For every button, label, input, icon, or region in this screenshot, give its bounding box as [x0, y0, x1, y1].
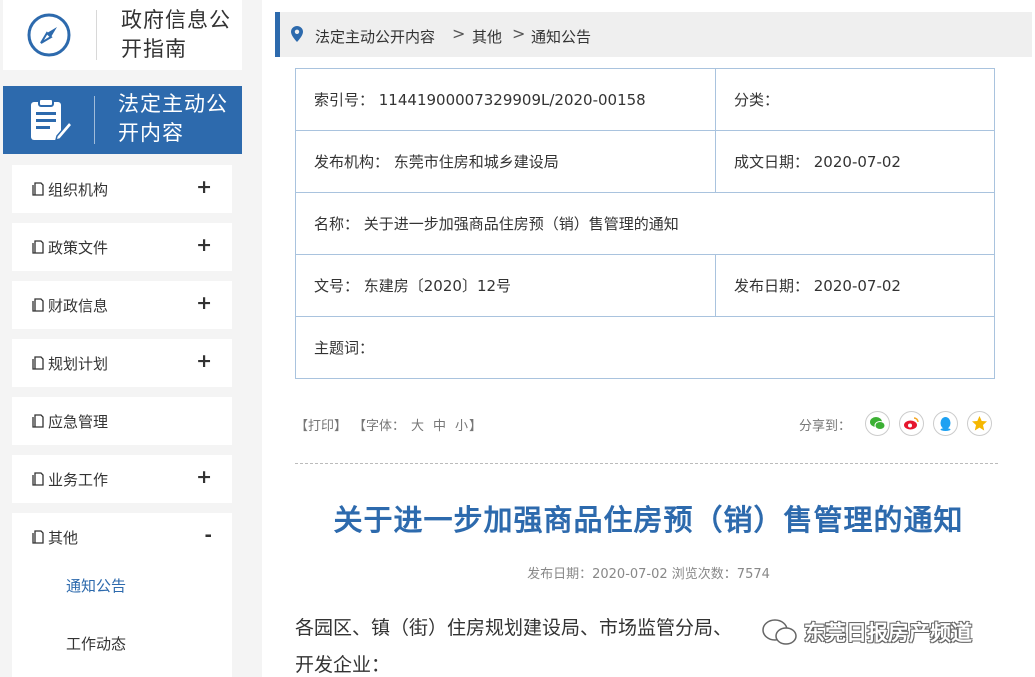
expand-icon[interactable]: + — [196, 350, 212, 372]
divider — [295, 463, 998, 464]
expand-icon[interactable]: + — [196, 176, 212, 198]
keywords: 主题词： — [295, 316, 995, 379]
guide-link[interactable]: 政府信息公开指南 — [3, 0, 242, 70]
article-title: 关于进一步加强商品住房预（销）售管理的通知 — [333, 503, 964, 537]
publisher: 发布机构： 东莞市住房和城乡建设局 — [295, 130, 716, 193]
sidebar-item-label: 业务工作 — [48, 471, 109, 489]
document-icon — [32, 530, 44, 544]
index-number: 索引号： 11441900007329909L/2020-00158 — [295, 68, 716, 131]
document-number: 文号： 东建房〔2020〕12号 — [295, 254, 716, 317]
sidebar-item-label: 规划计划 — [48, 355, 109, 373]
document-icon — [32, 414, 44, 428]
written-date: 成文日期： 2020-07-02 — [715, 130, 995, 193]
font-size-suffix: 】 — [469, 419, 483, 434]
sidebar-item-label: 财政信息 — [48, 297, 109, 315]
body-line: 开发企业： — [295, 654, 391, 676]
wechat-watermark-icon — [762, 619, 797, 645]
article-meta: 发布日期：2020-07-02 浏览次数：7574 — [527, 567, 770, 582]
sidebar-item-org[interactable]: 组织机构 + — [12, 165, 232, 213]
qzone-share-button[interactable] — [967, 411, 992, 436]
sidebar-item-business[interactable]: 业务工作 + — [12, 455, 232, 503]
font-size-prefix: 【字体： — [353, 419, 406, 434]
active-section-title: 法定主动公开内容 — [118, 92, 228, 145]
document-icon — [32, 182, 44, 196]
weibo-share-button[interactable] — [899, 411, 924, 436]
breadcrumb: 法定主动公开内容 > 其他 > 通知公告 — [275, 12, 1032, 57]
share-label: 分享到： — [799, 419, 852, 434]
font-large-button[interactable]: 大 — [411, 415, 424, 434]
breadcrumb-separator: > — [452, 24, 466, 43]
sidebar-item-emergency[interactable]: 应急管理 — [12, 397, 232, 445]
breadcrumb-separator: > — [512, 24, 526, 43]
star-icon — [972, 416, 987, 431]
document-icon — [32, 356, 44, 370]
sidebar-subitem-work-news[interactable]: 工作动态 — [66, 633, 126, 654]
sidebar-item-label: 组织机构 — [48, 181, 109, 199]
qq-share-button[interactable] — [933, 411, 958, 436]
guide-title: 政府信息公开指南 — [121, 8, 231, 61]
document-icon — [32, 298, 44, 312]
breadcrumb-item[interactable]: 法定主动公开内容 — [315, 26, 435, 47]
watermark: 东莞日报房产频道 — [760, 617, 1010, 647]
document-icon — [32, 240, 44, 254]
font-medium-button[interactable]: 中 — [433, 415, 446, 434]
active-section[interactable]: 法定主动公开内容 — [3, 86, 242, 154]
document-icon — [32, 472, 44, 486]
category: 分类： — [715, 68, 995, 131]
location-pin-icon — [291, 26, 303, 42]
sidebar-item-finance[interactable]: 财政信息 + — [12, 281, 232, 329]
publish-date: 发布日期： 2020-07-02 — [715, 254, 995, 317]
sidebar-item-label: 政策文件 — [48, 239, 109, 257]
divider — [94, 96, 95, 144]
main-content: 法定主动公开内容 > 其他 > 通知公告 索引号： 11441900007329… — [262, 0, 1035, 677]
compass-icon — [27, 13, 71, 57]
document-name: 名称： 关于进一步加强商品住房预（销）售管理的通知 — [295, 192, 995, 255]
clipboard-edit-icon — [31, 98, 74, 142]
weibo-icon — [904, 417, 919, 430]
collapse-icon[interactable]: - — [205, 525, 212, 546]
sidebar-subitem-notices[interactable]: 通知公告 — [66, 575, 126, 596]
sidebar-item-policy[interactable]: 政策文件 + — [12, 223, 232, 271]
sidebar-item-planning[interactable]: 规划计划 + — [12, 339, 232, 387]
wechat-icon — [870, 417, 886, 430]
watermark-text: 东莞日报房产频道 — [804, 621, 972, 645]
sidebar-item-label: 其他 — [48, 529, 79, 547]
sidebar: 政府信息公开指南 法定主动公开内容 组织机构 + 政策文件 + 财政信息 + 规… — [0, 0, 246, 677]
expand-icon[interactable]: + — [196, 466, 212, 488]
breadcrumb-item[interactable]: 其他 — [472, 26, 502, 47]
document-info-table: 索引号： 11441900007329909L/2020-00158 分类： 发… — [295, 68, 995, 379]
qq-icon — [940, 417, 951, 431]
article-toolbar: 【打印】 【字体： 大 中 小 】 分享到： — [295, 411, 998, 436]
sidebar-item-label: 应急管理 — [48, 413, 109, 431]
font-small-button[interactable]: 小 — [455, 415, 468, 434]
divider — [96, 10, 97, 60]
expand-icon[interactable]: + — [196, 292, 212, 314]
expand-icon[interactable]: + — [196, 234, 212, 256]
sidebar-item-other[interactable]: 其他 - 通知公告 工作动态 — [12, 513, 232, 677]
wechat-share-button[interactable] — [865, 411, 890, 436]
breadcrumb-item[interactable]: 通知公告 — [531, 26, 591, 47]
sidebar-menu: 组织机构 + 政策文件 + 财政信息 + 规划计划 + 应急管理 业务工作 + — [12, 165, 232, 677]
print-button[interactable]: 【打印】 — [295, 415, 347, 434]
